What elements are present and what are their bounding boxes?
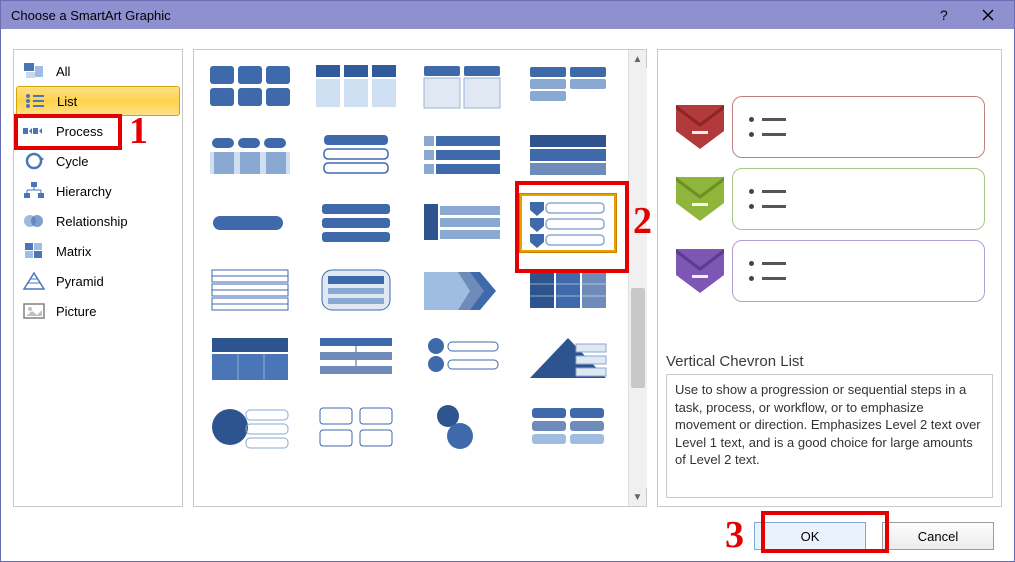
layout-thumb[interactable] <box>202 194 298 252</box>
sidebar-item-process[interactable]: Process <box>16 116 180 146</box>
sidebar-item-label: Relationship <box>56 214 128 229</box>
titlebar: Choose a SmartArt Graphic ? <box>1 1 1014 29</box>
layout-thumb[interactable] <box>520 398 616 456</box>
sidebar-item-label: Matrix <box>56 244 91 259</box>
chevron-icon-green <box>674 173 726 225</box>
layout-thumb-vertical-chevron-list[interactable] <box>520 194 616 252</box>
preview-bullets-2 <box>732 168 985 230</box>
dialog-footer: OK Cancel <box>1 511 1014 561</box>
grid-scrollbar[interactable]: ▲ ▼ <box>628 50 646 506</box>
sidebar-item-label: Process <box>56 124 103 139</box>
layout-thumb[interactable] <box>308 262 404 320</box>
preview-row-3 <box>674 240 985 302</box>
sidebar-item-label: Picture <box>56 304 96 319</box>
sidebar-item-picture[interactable]: Picture <box>16 296 180 326</box>
content-area: All List Process Cycle <box>1 29 1014 511</box>
sidebar-item-cycle[interactable]: Cycle <box>16 146 180 176</box>
matrix-icon <box>22 241 46 261</box>
layout-thumb[interactable] <box>414 262 510 320</box>
layout-thumb[interactable] <box>202 58 298 116</box>
sidebar-item-label: List <box>57 94 77 109</box>
preview-row-2 <box>674 168 985 230</box>
layout-thumb[interactable] <box>308 58 404 116</box>
layout-thumb[interactable] <box>308 194 404 252</box>
layout-thumb[interactable] <box>202 398 298 456</box>
ok-button[interactable]: OK <box>754 522 866 550</box>
pyramid-icon <box>22 271 46 291</box>
svg-text:?: ? <box>940 8 948 22</box>
sidebar-item-list[interactable]: List <box>16 86 180 116</box>
sidebar-item-matrix[interactable]: Matrix <box>16 236 180 266</box>
category-sidebar: All List Process Cycle <box>13 49 183 507</box>
layout-thumb[interactable] <box>414 398 510 456</box>
relationship-icon <box>22 211 46 231</box>
preview-description: Use to show a progression or sequential … <box>666 374 993 498</box>
cycle-icon <box>22 151 46 171</box>
layout-grid-panel: ▲ ▼ <box>193 49 647 507</box>
sidebar-item-all[interactable]: All <box>16 56 180 86</box>
chevron-icon-purple <box>674 245 726 297</box>
cancel-button[interactable]: Cancel <box>882 522 994 550</box>
preview-bullets-1 <box>732 96 985 158</box>
close-button[interactable] <box>966 2 1010 28</box>
layout-thumb[interactable] <box>414 194 510 252</box>
layout-thumb[interactable] <box>202 330 298 388</box>
window-title: Choose a SmartArt Graphic <box>5 8 922 23</box>
preview-pane: Vertical Chevron List Use to show a prog… <box>657 49 1002 507</box>
layout-thumb[interactable] <box>308 398 404 456</box>
layout-thumb[interactable] <box>414 126 510 184</box>
sidebar-item-label: All <box>56 64 70 79</box>
list-icon <box>23 91 47 111</box>
layout-thumb[interactable] <box>202 262 298 320</box>
layout-thumb[interactable] <box>520 126 616 184</box>
sidebar-item-label: Cycle <box>56 154 89 169</box>
layout-thumb[interactable] <box>308 330 404 388</box>
chevron-icon-red <box>674 101 726 153</box>
sidebar-item-label: Pyramid <box>56 274 104 289</box>
layout-thumb[interactable] <box>202 126 298 184</box>
help-button[interactable]: ? <box>922 2 966 28</box>
preview-row-1 <box>674 96 985 158</box>
hierarchy-icon <box>22 181 46 201</box>
sidebar-item-relationship[interactable]: Relationship <box>16 206 180 236</box>
sidebar-item-pyramid[interactable]: Pyramid <box>16 266 180 296</box>
all-icon <box>22 61 46 81</box>
preview-bullets-3 <box>732 240 985 302</box>
layout-thumb[interactable] <box>520 330 616 388</box>
layout-grid-scroll <box>194 50 628 506</box>
layout-thumb[interactable] <box>414 58 510 116</box>
layout-grid <box>202 58 620 456</box>
smartart-dialog: Choose a SmartArt Graphic ? All List <box>0 0 1015 562</box>
scroll-up-arrow[interactable]: ▲ <box>629 50 647 68</box>
process-icon <box>22 121 46 141</box>
layout-thumb[interactable] <box>520 58 616 116</box>
scroll-track[interactable] <box>629 68 647 488</box>
layout-thumb[interactable] <box>414 330 510 388</box>
layout-thumb[interactable] <box>308 126 404 184</box>
scroll-thumb[interactable] <box>631 288 645 388</box>
preview-graphic <box>658 50 1001 347</box>
scroll-down-arrow[interactable]: ▼ <box>629 488 647 506</box>
sidebar-item-label: Hierarchy <box>56 184 112 199</box>
preview-title: Vertical Chevron List <box>658 347 1001 374</box>
picture-icon <box>22 301 46 321</box>
sidebar-item-hierarchy[interactable]: Hierarchy <box>16 176 180 206</box>
layout-thumb[interactable] <box>520 262 616 320</box>
